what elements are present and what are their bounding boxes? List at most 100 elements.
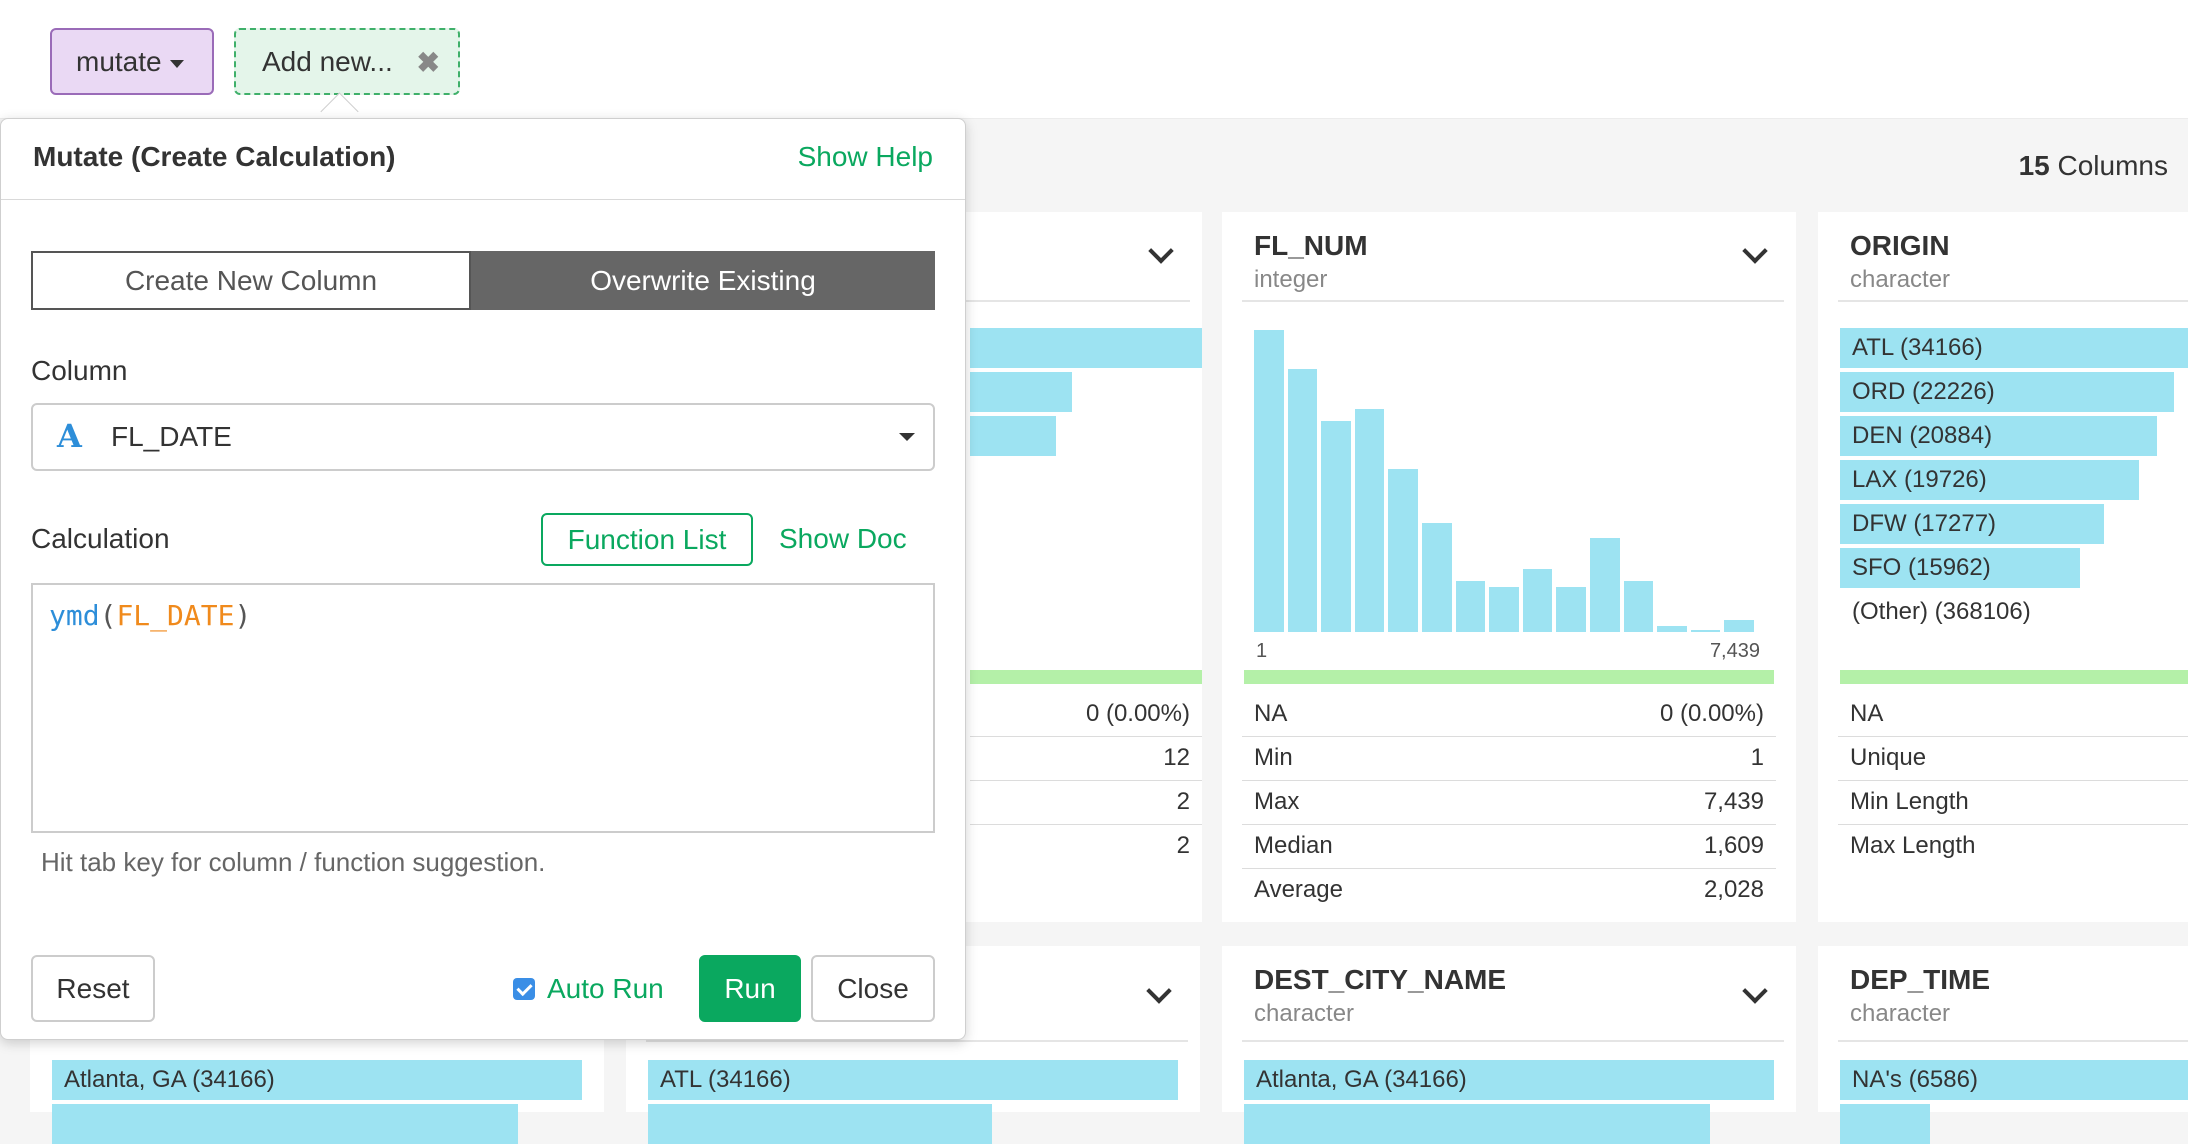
card-type: integer (1254, 266, 1328, 293)
auto-run-label: Auto Run (547, 973, 664, 1004)
histogram-bar[interactable] (1354, 408, 1385, 632)
histogram-bar[interactable] (1556, 586, 1586, 632)
histogram-bar[interactable] (1522, 568, 1553, 632)
stat-value: 2,028 (1703, 876, 1764, 903)
dialog-separator (1, 199, 965, 200)
valid-ratio-bar (1244, 670, 1774, 684)
bar-item (970, 416, 1056, 456)
bar-item[interactable]: NA's (6586) (1840, 1060, 2188, 1100)
histogram-bar[interactable] (1724, 619, 1754, 632)
histogram-bar[interactable] (1254, 330, 1284, 632)
close-button[interactable]: Close (811, 955, 935, 1022)
bar-label: Atlanta, GA (34166) (64, 1066, 275, 1093)
chevron-down-icon[interactable] (1148, 238, 1174, 264)
bar-item[interactable] (648, 1104, 992, 1144)
checkbox-checked-icon[interactable] (513, 978, 535, 1000)
show-help-link[interactable]: Show Help (798, 141, 933, 173)
caret-down-icon (169, 59, 184, 68)
bar-item[interactable] (52, 1104, 518, 1144)
bar-label: DFW (17277) (1852, 510, 1997, 537)
histogram-bar[interactable] (1489, 586, 1519, 632)
bar-label: ORD (22226) (1852, 378, 1995, 405)
stat-value: 7,439 (1703, 788, 1764, 815)
function-list-button[interactable]: Function List (541, 513, 753, 566)
bar-item[interactable] (1840, 1104, 1930, 1144)
mutate-step-button[interactable]: mutate (50, 28, 214, 95)
axis-min-label: 1 (1256, 640, 1268, 662)
code-paren-open: ( (99, 599, 117, 632)
editor-hint: Hit tab key for column / function sugges… (41, 847, 546, 877)
card-separator (1838, 300, 2188, 302)
histogram[interactable] (1254, 330, 1754, 632)
histogram-bar[interactable] (1690, 630, 1721, 632)
stat-row: 2 (970, 780, 1202, 825)
histogram-bar[interactable] (1388, 468, 1418, 632)
card-title: DEP_TIME (1850, 964, 1991, 995)
bar-label: ATL (34166) (660, 1066, 791, 1093)
stat-key: Max Length (1850, 832, 1976, 859)
chevron-down-icon[interactable] (1742, 978, 1768, 1004)
bar-item[interactable]: Atlanta, GA (34166) (1244, 1060, 1774, 1100)
stat-value: 12 (1163, 744, 1190, 771)
stat-key: Unique (1850, 744, 1927, 771)
column-card-fl-num: FL_NUM integer 1 7,439 NA 0 (0.00%) Min 1 … (1222, 212, 1796, 922)
column-select-value: FL_DATE (111, 421, 232, 452)
valid-ratio-bar (970, 670, 1202, 684)
bar-item[interactable]: Atlanta, GA (34166) (52, 1060, 582, 1100)
column-count: 15 Columns (2019, 150, 2168, 182)
stat-row: NA 0 (0.00%) (1242, 692, 1776, 737)
stat-row: Max Length (1838, 824, 2188, 868)
stat-value: 1,609 (1703, 832, 1764, 859)
stat-key: NA (1254, 700, 1288, 727)
column-card-origin: ORIGIN character ATL (34166) ORD (22226)… (1818, 212, 2188, 922)
stat-row: NA (1838, 692, 2188, 737)
stat-value: 0 (0.00%) (1659, 700, 1764, 727)
stat-row: Average 2,028 (1242, 868, 1776, 912)
column-select[interactable]: A FL_DATE (31, 403, 935, 471)
column-card-dest-city: DEST_CITY_NAME character Atlanta, GA (34… (1222, 946, 1796, 1144)
bar-item[interactable]: DEN (20884) (1840, 416, 2157, 456)
add-new-label: Add new... (262, 45, 393, 77)
column-count-number: 15 (2018, 150, 2050, 181)
reset-button[interactable]: Reset (31, 955, 155, 1022)
auto-run-checkbox[interactable]: Auto Run (513, 973, 664, 1005)
histogram-bar[interactable] (1422, 523, 1452, 632)
mutate-step-label: mutate (76, 45, 162, 77)
card-type: character (1254, 1000, 1355, 1027)
histogram-bar[interactable] (1590, 538, 1620, 632)
bar-item[interactable]: LAX (19726) (1840, 460, 2139, 500)
overwrite-existing-toggle[interactable]: Overwrite Existing (471, 251, 935, 310)
mutate-dialog: Mutate (Create Calculation) Show Help Cr… (0, 118, 966, 1040)
histogram-bar[interactable] (1657, 625, 1687, 632)
close-icon[interactable]: ✖ (417, 46, 440, 79)
card-separator (1838, 1040, 2188, 1042)
card-type: character (1850, 1000, 1951, 1027)
histogram-bar[interactable] (1455, 580, 1486, 632)
dialog-title: Mutate (Create Calculation) (33, 141, 396, 172)
card-title: ORIGIN (1850, 230, 1950, 261)
histogram-bar[interactable] (1321, 420, 1351, 632)
bar-item[interactable]: DFW (17277) (1840, 504, 2104, 544)
bar-item[interactable]: ORD (22226) (1840, 372, 2174, 412)
add-new-step-button[interactable]: Add new... ✖ (234, 28, 460, 95)
stat-row: Min Length (1838, 780, 2188, 825)
calculation-label: Calculation (31, 523, 170, 554)
bar-item[interactable] (1244, 1104, 1710, 1144)
caret-down-icon (899, 433, 915, 441)
bar-label: ATL (34166) (1852, 334, 1983, 361)
histogram-bar[interactable] (1287, 369, 1318, 632)
stat-value: 2 (1176, 788, 1190, 815)
chevron-down-icon[interactable] (1146, 978, 1172, 1004)
stat-row: 12 (970, 736, 1202, 781)
run-button[interactable]: Run (699, 955, 801, 1022)
create-new-column-toggle[interactable]: Create New Column (31, 251, 471, 310)
bar-item[interactable]: ATL (34166) (1840, 328, 2188, 368)
chevron-down-icon[interactable] (1742, 238, 1768, 264)
calculation-editor[interactable]: ymd(FL_DATE) (31, 583, 935, 833)
show-doc-link[interactable]: Show Doc (779, 523, 907, 555)
histogram-bar[interactable] (1623, 580, 1654, 632)
bar-item[interactable]: SFO (15962) (1840, 548, 2080, 588)
stat-value: 2 (1176, 832, 1190, 859)
bar-item[interactable]: ATL (34166) (648, 1060, 1178, 1100)
stat-key: Max (1254, 788, 1300, 815)
